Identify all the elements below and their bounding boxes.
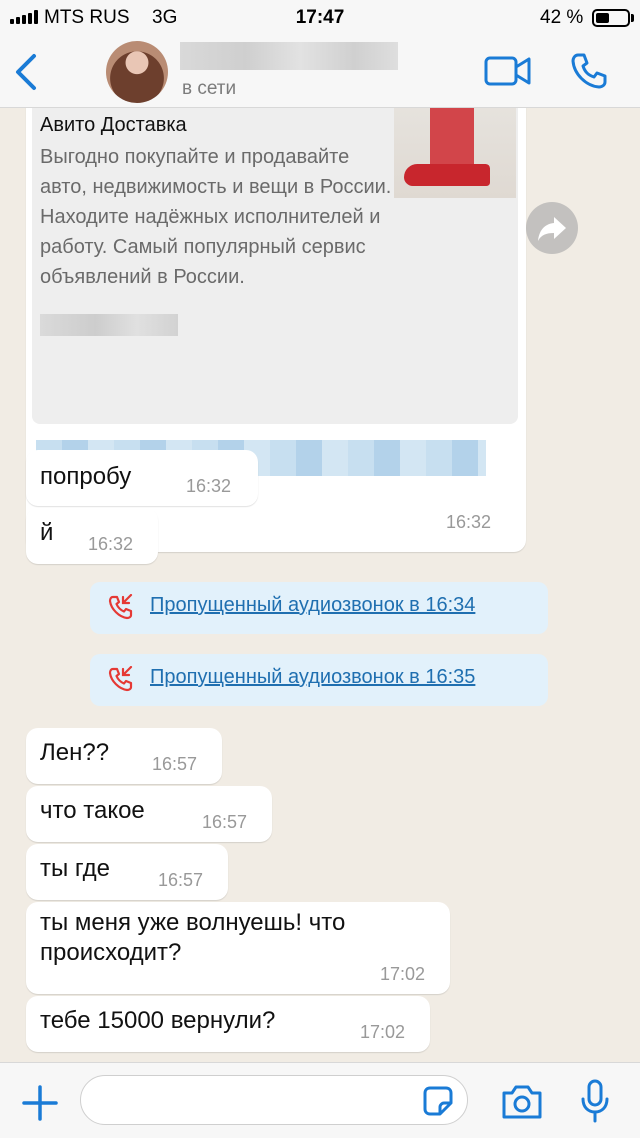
attach-button[interactable] [20, 1083, 60, 1123]
contact-name-blurred[interactable] [180, 42, 398, 70]
link-preview-image [394, 108, 516, 198]
message-bubble[interactable]: ты где 16:57 [26, 844, 228, 900]
message-time: 17:02 [360, 1022, 406, 1042]
chat-header: в сети [0, 36, 640, 108]
shoe-box-graphic [430, 108, 474, 166]
message-bubble[interactable]: что такое 16:57 [26, 786, 272, 842]
phone-icon [571, 53, 607, 89]
message-time: 16:57 [158, 870, 204, 890]
message-text: ты где [40, 855, 110, 882]
link-preview[interactable]: Авито Доставка Выгодно покупайте и прода… [32, 108, 518, 424]
microphone-icon [581, 1079, 609, 1123]
message-bubble[interactable]: попробу 16:32 [26, 450, 258, 506]
forward-arrow-icon [538, 217, 566, 241]
chevron-left-icon [16, 54, 36, 90]
missed-call-icon [108, 666, 133, 692]
sticker-button[interactable] [422, 1085, 454, 1117]
contact-status: в сети [182, 78, 237, 99]
camera-icon [502, 1085, 542, 1119]
message-time: 16:57 [152, 754, 198, 774]
link-preview-description: Выгодно покупайте и продавайте авто, нед… [40, 146, 392, 288]
video-camera-icon [484, 56, 531, 86]
missed-call-icon [108, 594, 133, 620]
message-bubble[interactable]: Лен?? 16:57 [26, 728, 222, 784]
status-bar: MTS RUS 3G 17:47 42 % [0, 0, 640, 36]
message-time: 16:32 [446, 512, 492, 532]
camera-button[interactable] [500, 1083, 544, 1121]
missed-call-text[interactable]: Пропущенный аудиозвонок в 16:35 [150, 666, 475, 689]
plus-icon [22, 1085, 58, 1121]
missed-call-notice[interactable]: Пропущенный аудиозвонок в 16:34 [90, 582, 548, 634]
message-time: 16:32 [186, 476, 232, 496]
missed-call-text[interactable]: Пропущенный аудиозвонок в 16:34 [150, 594, 475, 617]
audio-call-button[interactable] [570, 52, 608, 90]
back-button[interactable] [10, 50, 46, 94]
battery-percent: 42 % [540, 7, 584, 28]
input-bar [0, 1062, 640, 1138]
video-call-button[interactable] [484, 54, 532, 88]
message-time: 16:57 [202, 812, 248, 832]
contact-avatar[interactable] [106, 41, 168, 103]
chat-area[interactable]: Авито Доставка Выгодно покупайте и прода… [0, 108, 640, 1062]
message-bubble[interactable]: ты меня уже волнуешь! что происходит? 17… [26, 902, 450, 994]
sticker-icon [423, 1086, 453, 1116]
missed-call-notice[interactable]: Пропущенный аудиозвонок в 16:35 [90, 654, 548, 706]
message-input[interactable] [80, 1075, 468, 1125]
forward-button[interactable] [526, 202, 578, 254]
message-time: 16:32 [88, 534, 134, 554]
battery-icon [592, 9, 630, 27]
battery-tip [631, 14, 634, 22]
link-preview-title: Авито Доставка [40, 114, 187, 136]
message-text: что такое [40, 797, 145, 824]
microphone-button[interactable] [580, 1079, 610, 1123]
message-text: ты меня уже волнуешь! что происходит? [40, 909, 346, 966]
message-bubble[interactable]: й 16:32 [26, 508, 158, 564]
battery-fill [596, 13, 609, 23]
message-bubble[interactable]: тебе 15000 вернули? 17:02 [26, 996, 430, 1052]
message-text: попробу [40, 463, 132, 490]
message-text: тебе 15000 вернули? [40, 1007, 276, 1034]
message-text: й [40, 519, 54, 546]
red-shoe-graphic [404, 164, 490, 186]
message-time: 17:02 [380, 964, 426, 984]
message-text: Лен?? [40, 739, 110, 766]
link-preview-url-blurred [40, 314, 178, 336]
